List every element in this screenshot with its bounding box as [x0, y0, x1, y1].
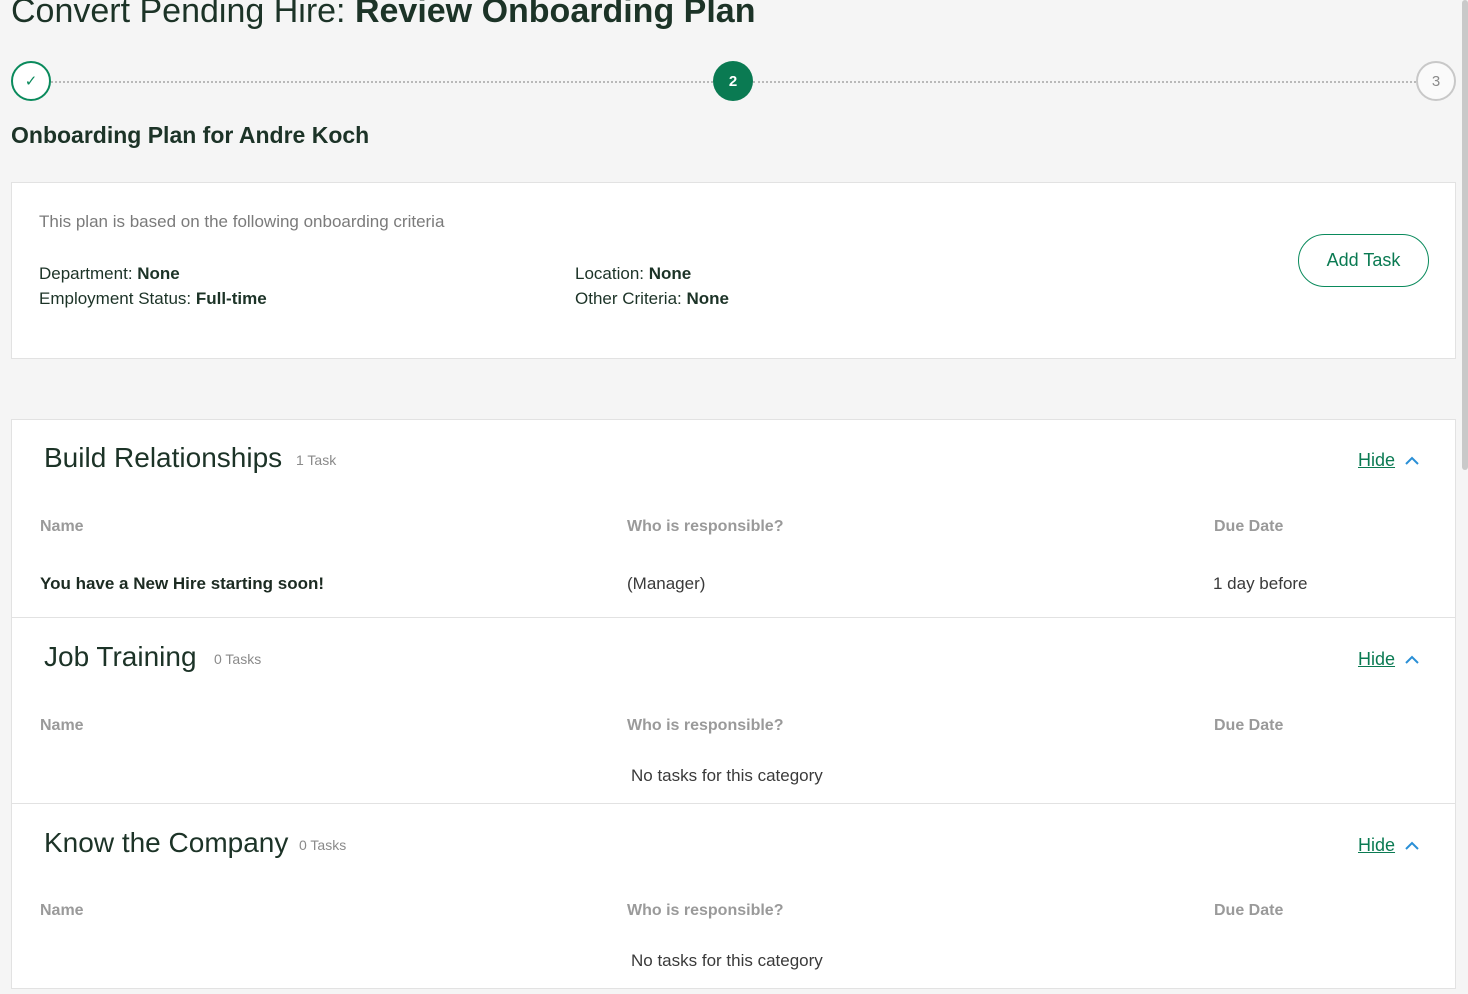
checkmark-icon: ✓ [24, 73, 38, 90]
step-2-number: 2 [728, 72, 738, 90]
convert-pending-hire-page: Convert Pending Hire: Review Onboarding … [0, 0, 1468, 994]
step-3-upcoming: 3 [1416, 61, 1456, 101]
other-value: None [686, 289, 729, 308]
step-2-current: 2 [713, 61, 753, 101]
column-header-due-date: Due Date [1214, 902, 1284, 919]
category-know-the-company: Know the Company 0 Tasks Hide Name Who i… [11, 803, 1456, 989]
criteria-location: Location: None [575, 264, 691, 284]
other-label: Other Criteria: [575, 289, 687, 308]
column-header-due-date: Due Date [1214, 717, 1284, 734]
category-job-training: Job Training 0 Tasks Hide Name Who is re… [11, 617, 1456, 804]
hide-toggle[interactable]: Hide [1358, 649, 1421, 670]
location-label: Location: [575, 264, 649, 283]
department-label: Department: [39, 264, 138, 283]
page-title: Convert Pending Hire: Review Onboarding … [11, 0, 755, 31]
category-title: Know the Company [44, 827, 289, 858]
chevron-up-icon [1405, 655, 1419, 664]
task-name: You have a New Hire starting soon! [40, 574, 325, 593]
task-count: 1 Task [296, 452, 337, 468]
page-title-prefix: Convert Pending Hire: [11, 0, 355, 30]
column-header-due-date: Due Date [1214, 518, 1284, 535]
category-title: Job Training [44, 641, 197, 672]
hide-label: Hide [1358, 835, 1396, 855]
column-header-responsible: Who is responsible? [627, 518, 784, 535]
criteria-other: Other Criteria: None [575, 289, 729, 309]
column-header-responsible: Who is responsible? [627, 717, 784, 734]
step-1-complete[interactable]: ✓ [11, 61, 51, 101]
department-value: None [137, 264, 180, 283]
chevron-up-icon [1405, 456, 1419, 465]
location-value: None [648, 264, 692, 283]
chevron-up-icon [1405, 841, 1419, 850]
task-due-date: 1 day before [1213, 574, 1308, 593]
step-connector-2 [753, 81, 1416, 83]
progress-stepper: ✓ 2 3 [11, 61, 1457, 101]
hide-toggle[interactable]: Hide [1358, 835, 1421, 856]
criteria-employment-status: Employment Status: Full-time [39, 289, 267, 309]
column-header-name: Name [40, 902, 84, 919]
criteria-intro: This plan is based on the following onbo… [39, 212, 445, 231]
step-3-number: 3 [1431, 72, 1441, 90]
employment-value: Full-time [195, 289, 267, 308]
task-responsible: (Manager) [627, 574, 706, 593]
page-title-bold: Review Onboarding Plan [354, 0, 756, 30]
step-connector-1 [51, 81, 713, 83]
hide-label: Hide [1358, 649, 1396, 669]
hide-label: Hide [1358, 450, 1396, 470]
employment-label: Employment Status: [39, 289, 196, 308]
category-title: Build Relationships [44, 442, 283, 473]
task-count: 0 Tasks [214, 651, 262, 667]
criteria-department: Department: None [39, 264, 180, 284]
column-header-responsible: Who is responsible? [627, 902, 784, 919]
vertical-scrollbar[interactable] [1462, 0, 1468, 470]
category-build-relationships: Build Relationships 1 Task Hide Name Who… [11, 419, 1456, 618]
criteria-card: This plan is based on the following onbo… [11, 182, 1456, 359]
hide-toggle[interactable]: Hide [1358, 450, 1421, 471]
empty-category-message: No tasks for this category [631, 766, 823, 785]
add-task-button[interactable]: Add Task [1298, 234, 1429, 287]
column-header-name: Name [40, 717, 84, 734]
plan-heading: Onboarding Plan for Andre Koch [11, 122, 370, 148]
empty-category-message: No tasks for this category [631, 951, 823, 970]
column-header-name: Name [40, 518, 84, 535]
task-count: 0 Tasks [299, 837, 347, 853]
